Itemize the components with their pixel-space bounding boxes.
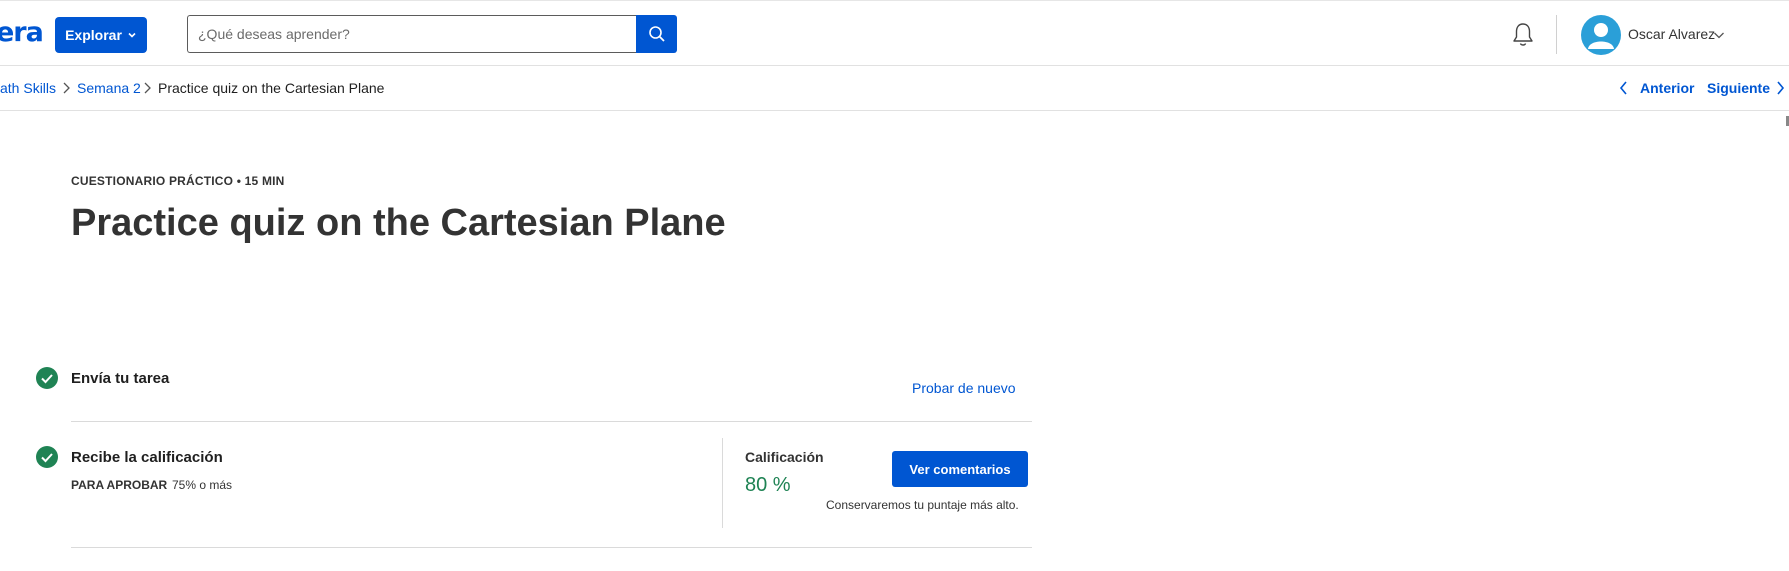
breadcrumb-week[interactable]: Semana 2: [77, 80, 141, 96]
pass-value: 75% o más: [172, 478, 233, 492]
breadcrumb-current: Practice quiz on the Cartesian Plane: [158, 80, 385, 96]
brand-logo[interactable]: era: [0, 17, 44, 48]
pass-label: PARA APROBAR: [71, 478, 168, 492]
grade-value: 80 %: [745, 474, 791, 496]
breadcrumb-course[interactable]: ath Skills: [0, 80, 56, 96]
chevron-down-icon: [128, 32, 136, 38]
chevron-left-icon[interactable]: [1619, 80, 1629, 96]
search-icon: [648, 26, 665, 42]
header-divider: [1556, 15, 1557, 54]
submit-step-title: Envía tu tarea: [71, 370, 170, 387]
check-circle-icon: [36, 367, 58, 389]
previous-link[interactable]: Anterior: [1640, 80, 1694, 96]
retry-link[interactable]: Probar de nuevo: [912, 380, 1016, 396]
explore-button-label: Explorar: [65, 27, 122, 43]
chevron-right-icon: [63, 82, 70, 94]
grade-label: Calificación: [745, 449, 824, 465]
view-feedback-button[interactable]: Ver comentarios: [892, 451, 1028, 487]
page-title: Practice quiz on the Cartesian Plane: [71, 202, 726, 244]
user-name[interactable]: Oscar Alvarez: [1628, 26, 1715, 42]
next-link[interactable]: Siguiente: [1707, 80, 1770, 96]
divider: [71, 547, 1032, 548]
search-input[interactable]: [187, 15, 637, 53]
chevron-right-icon[interactable]: [1775, 80, 1785, 96]
chevron-right-icon: [144, 82, 151, 94]
explore-button[interactable]: Explorar: [55, 17, 147, 53]
top-navbar: era Explorar Oscar Alvarez: [0, 0, 1789, 66]
breadcrumb: ath Skills Semana 2 Practice quiz on the…: [0, 66, 1789, 111]
bell-icon[interactable]: [1510, 21, 1536, 49]
avatar[interactable]: [1581, 15, 1621, 55]
divider: [71, 421, 1032, 422]
search-button[interactable]: [636, 15, 677, 53]
chevron-down-icon[interactable]: [1713, 30, 1725, 40]
grade-step-title: Recibe la calificación: [71, 449, 223, 466]
highest-score-note: Conservaremos tu puntaje más alto.: [826, 498, 1019, 512]
check-circle-icon: [36, 446, 58, 468]
quiz-meta: CUESTIONARIO PRÁCTICO • 15 MIN: [71, 174, 285, 188]
grade-divider: [722, 438, 723, 528]
user-icon: [1588, 23, 1614, 49]
